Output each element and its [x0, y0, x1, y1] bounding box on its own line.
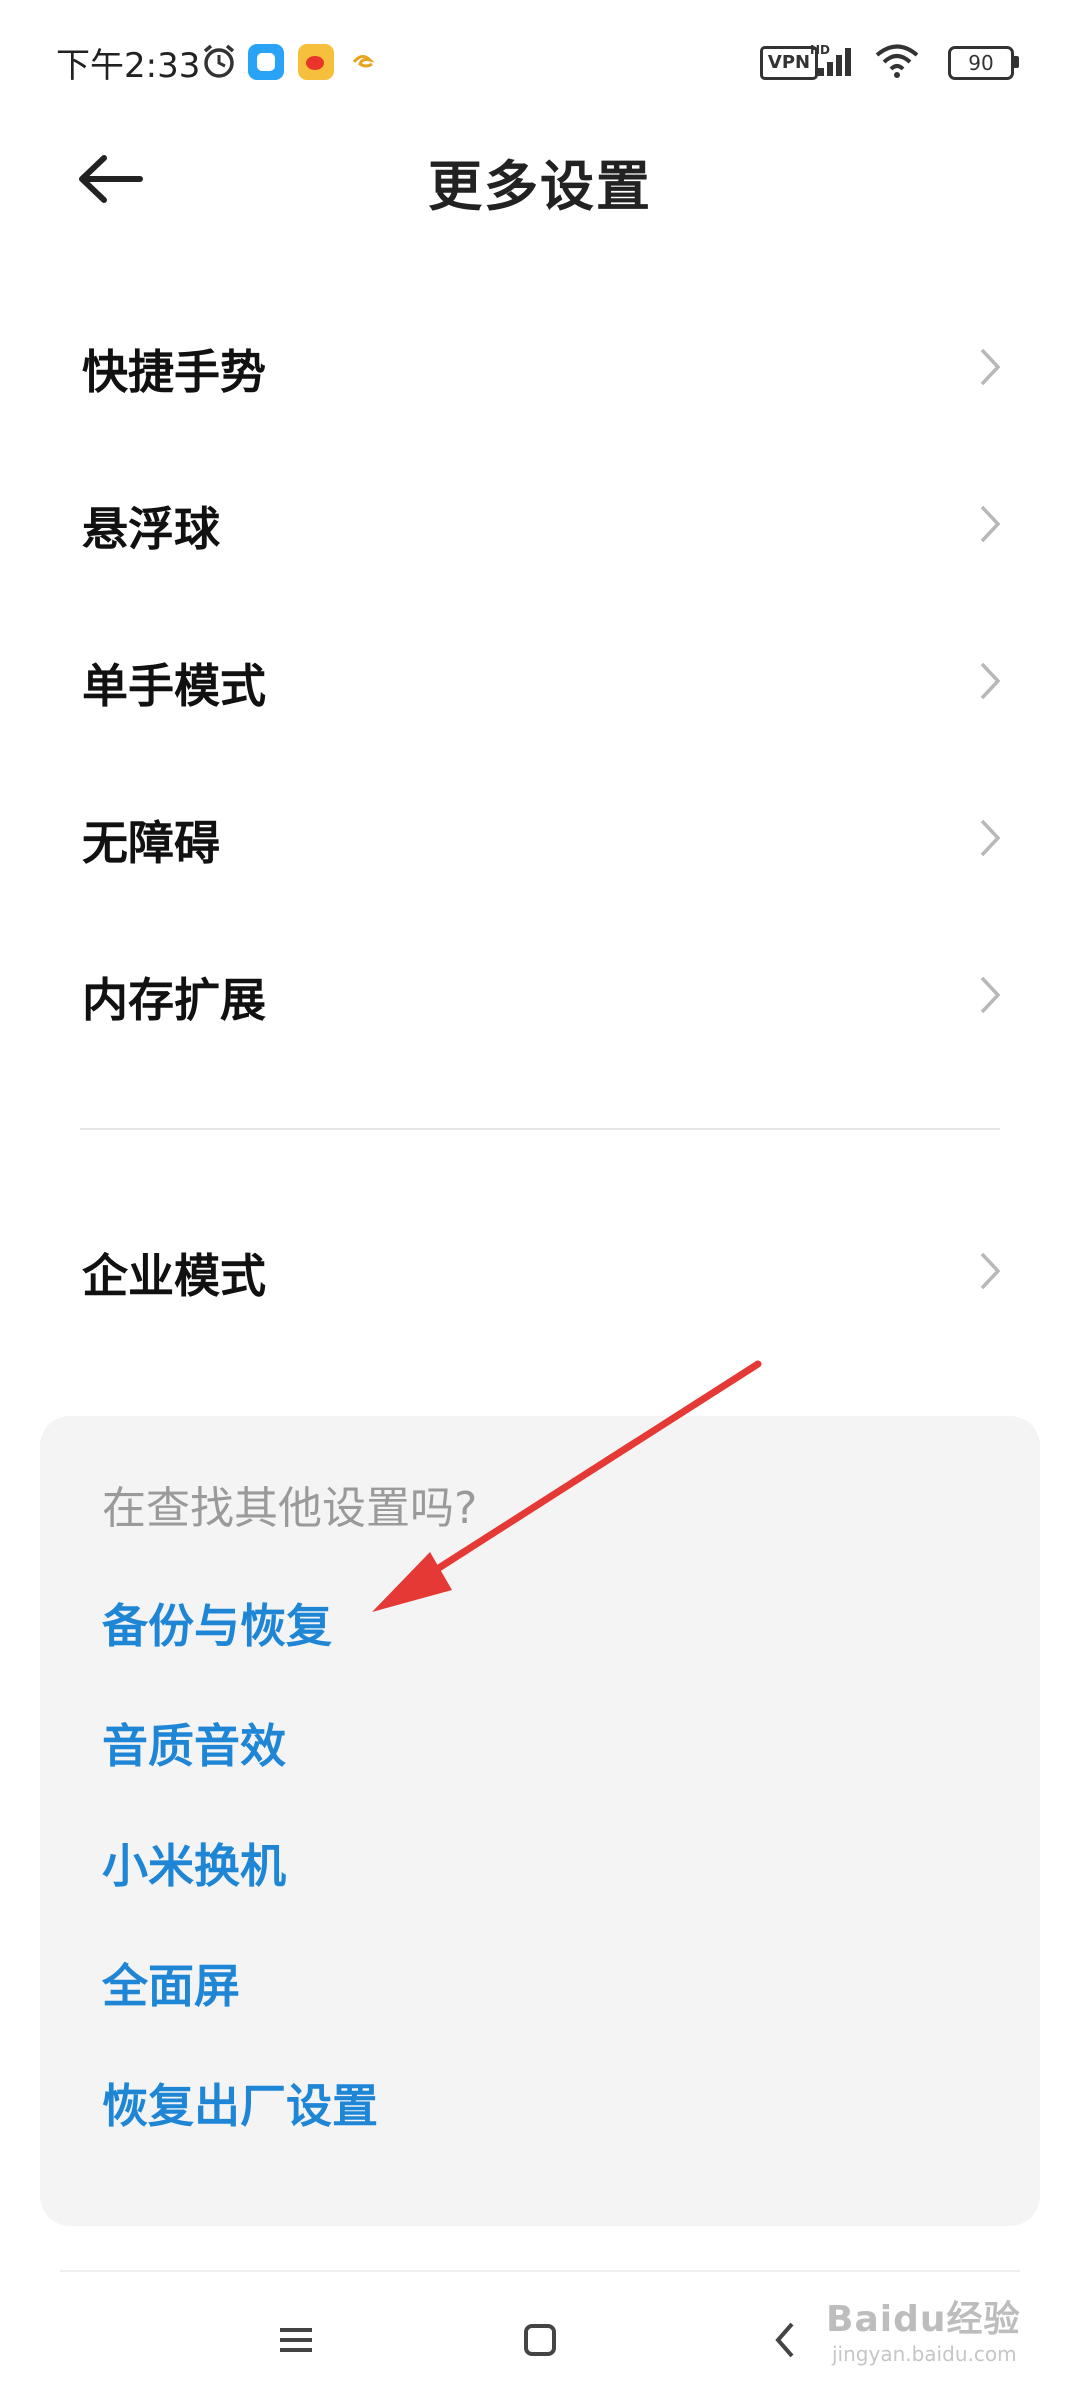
home-icon[interactable] — [510, 2310, 570, 2370]
settings-item-label: 悬浮球 — [82, 502, 220, 556]
suggestion-link-backup-restore[interactable]: 备份与恢复 — [102, 1590, 332, 1656]
settings-item-one-hand-mode[interactable]: 单手模式 — [0, 620, 1080, 740]
battery-icon: 90 — [948, 46, 1014, 80]
nav-divider — [60, 2270, 1020, 2272]
settings-item-floating-ball[interactable]: 悬浮球 — [0, 463, 1080, 583]
suggestions-card: 在查找其他设置吗? 备份与恢复 音质音效 小米换机 全面屏 恢复出厂设置 — [40, 1416, 1040, 2226]
suggestion-link-mi-mover[interactable]: 小米换机 — [102, 1830, 286, 1896]
suggestion-link-full-screen[interactable]: 全面屏 — [102, 1950, 240, 2016]
chevron-right-icon — [980, 1252, 1001, 1290]
settings-item-accessibility[interactable]: 无障碍 — [0, 777, 1080, 897]
chevron-right-icon — [980, 976, 1001, 1014]
menu-icon[interactable] — [266, 2310, 326, 2370]
page-title: 更多设置 — [428, 155, 652, 218]
chevron-right-icon — [980, 348, 1001, 386]
yellow-app-icon — [352, 55, 374, 68]
section-divider — [80, 1128, 1000, 1130]
status-time: 下午2:33 — [56, 46, 201, 86]
watermark-brand: Baidu经验 — [826, 2299, 1021, 2340]
settings-item-label: 单手模式 — [82, 659, 266, 713]
signal-icon: HD — [810, 43, 851, 76]
chevron-right-icon — [980, 505, 1001, 543]
chevron-right-icon — [980, 819, 1001, 857]
status-bar: 下午2:33 VPN HD 90 — [0, 0, 1080, 120]
battery-tip — [1014, 56, 1019, 68]
wifi-icon — [875, 44, 919, 78]
alarm-icon — [203, 44, 235, 78]
settings-item-gestures[interactable]: 快捷手势 — [0, 306, 1080, 426]
back-nav-icon[interactable] — [756, 2310, 816, 2370]
settings-item-memory-extension[interactable]: 内存扩展 — [0, 934, 1080, 1054]
settings-item-label: 企业模式 — [82, 1249, 266, 1303]
suggestion-link-factory-reset[interactable]: 恢复出厂设置 — [102, 2070, 378, 2136]
settings-item-label: 内存扩展 — [82, 973, 266, 1027]
settings-item-label: 快捷手势 — [82, 345, 266, 399]
weibo-icon — [298, 44, 334, 80]
blue-app-icon — [248, 44, 284, 80]
suggestions-hint: 在查找其他设置吗? — [102, 1483, 478, 1534]
app-header: 更多设置 — [0, 120, 1080, 230]
settings-item-enterprise-mode[interactable]: 企业模式 — [0, 1210, 1080, 1330]
suggestion-link-sound-quality[interactable]: 音质音效 — [102, 1710, 286, 1776]
watermark-url: jingyan.baidu.com — [832, 2342, 1017, 2366]
svg-text:HD: HD — [810, 43, 830, 57]
chevron-right-icon — [980, 662, 1001, 700]
settings-item-label: 无障碍 — [82, 816, 220, 870]
